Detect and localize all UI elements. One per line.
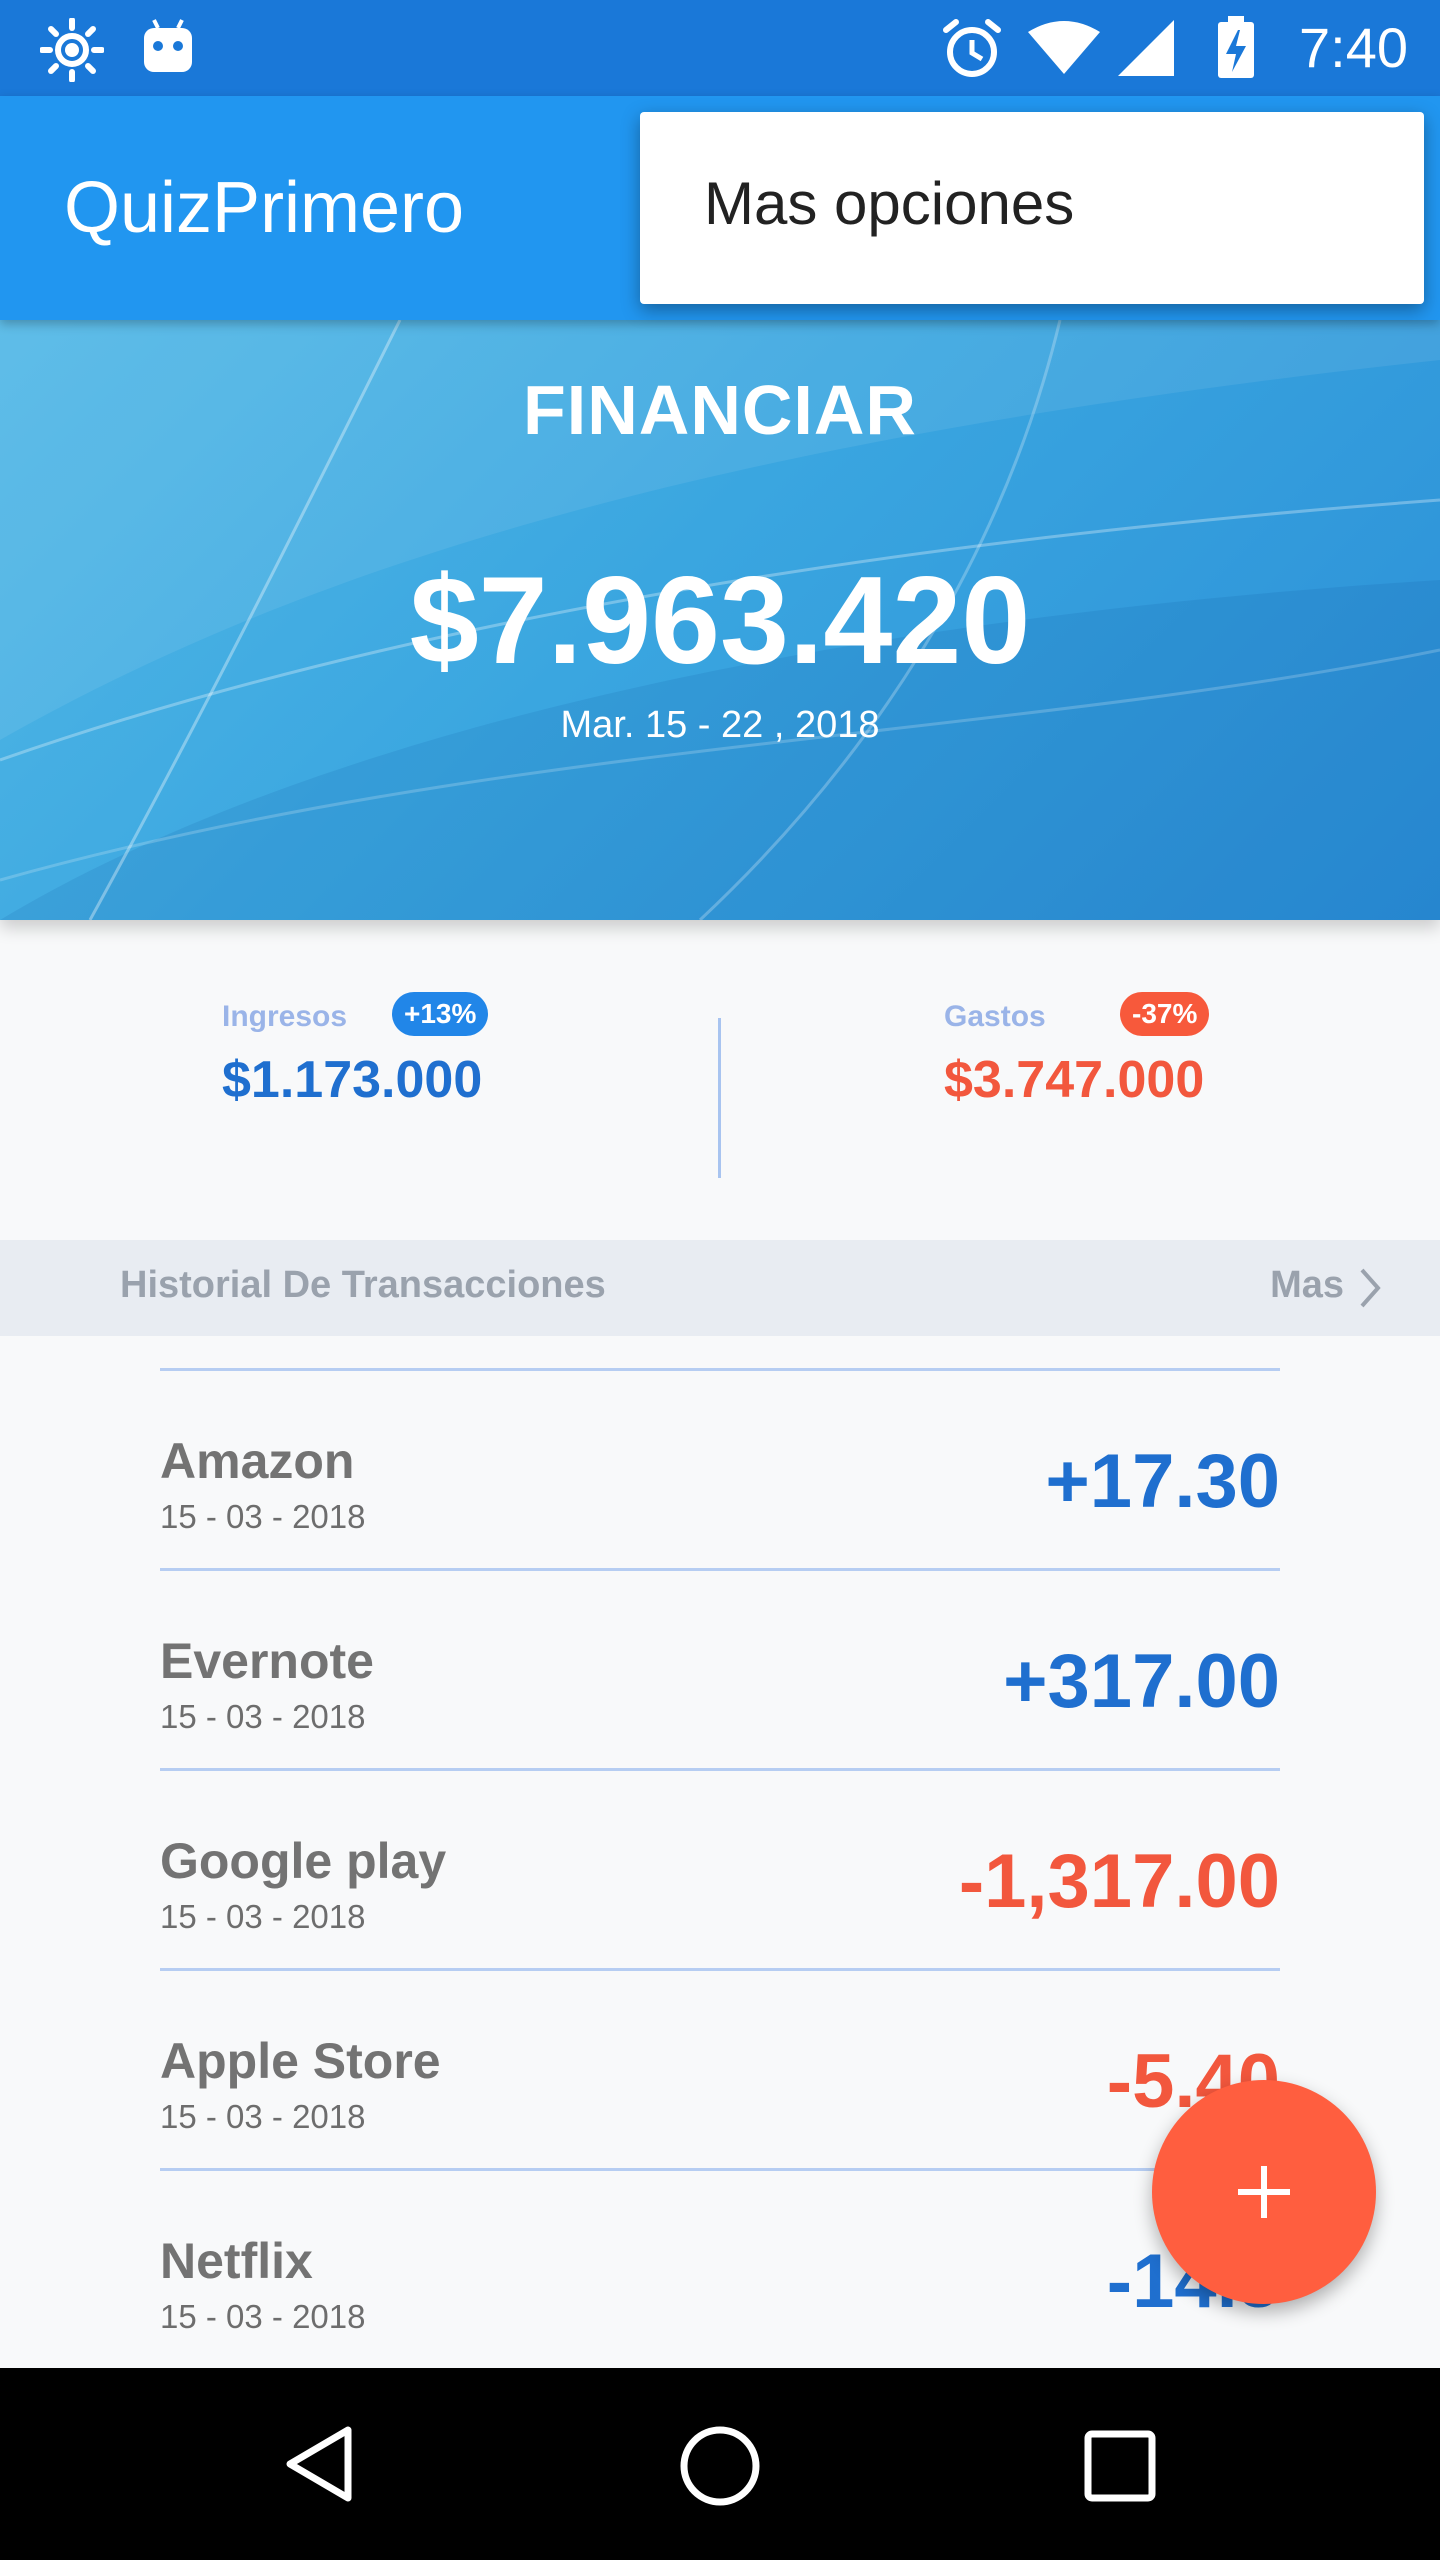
- transaction-amount: +17.30: [1045, 1439, 1280, 1524]
- status-bar: 7:40: [0, 0, 1440, 96]
- transaction-row[interactable]: Amazon 15 - 03 - 2018 +17.30: [0, 1370, 1440, 1570]
- date-range: Mar. 15 - 22 , 2018: [560, 704, 880, 746]
- balance-amount: $7.963.420: [409, 552, 1031, 690]
- expenses-label: Gastos: [944, 1000, 1046, 1033]
- transaction-amount: -1,317.00: [958, 1839, 1280, 1924]
- summary-divider: [718, 1018, 721, 1178]
- recents-icon[interactable]: [1082, 2428, 1158, 2509]
- transaction-date: 15 - 03 - 2018: [160, 1898, 366, 1935]
- transaction-name: Amazon: [160, 1433, 355, 1489]
- balance-banner: FINANCIAR $7.963.420 Mar. 15 - 22 , 2018: [0, 320, 1440, 920]
- battery-charging-icon: [1216, 16, 1256, 85]
- back-icon[interactable]: [280, 2424, 360, 2509]
- transaction-date: 15 - 03 - 2018: [160, 2298, 366, 2335]
- transaction-date: 15 - 03 - 2018: [160, 2098, 366, 2135]
- signal-icon: [1112, 18, 1176, 83]
- history-header: Historial De Transacciones Mas: [0, 1240, 1440, 1336]
- transaction-name: Evernote: [160, 1633, 374, 1689]
- transaction-date: 15 - 03 - 2018: [160, 1498, 366, 1535]
- transaction-row[interactable]: Google play 15 - 03 - 2018 -1,317.00: [0, 1770, 1440, 1970]
- banner-title: FINANCIAR: [523, 371, 917, 449]
- transaction-amount: +317.00: [1003, 1639, 1280, 1724]
- transaction-date: 15 - 03 - 2018: [160, 1698, 366, 1735]
- expenses-value: $3.747.000: [944, 1051, 1205, 1109]
- income-value: $1.173.000: [222, 1051, 483, 1109]
- expenses-badge: -37%: [1120, 992, 1210, 1036]
- transaction-name: Google play: [160, 1833, 447, 1889]
- alarm-icon: [940, 16, 1004, 85]
- overflow-menu: Mas opciones: [640, 112, 1424, 304]
- transaction-row[interactable]: Evernote 15 - 03 - 2018 +317.00: [0, 1570, 1440, 1770]
- android-icon: [140, 18, 196, 83]
- wifi-icon: [1026, 20, 1102, 81]
- home-icon[interactable]: [678, 2424, 762, 2513]
- history-title: Historial De Transacciones: [120, 1264, 606, 1306]
- transaction-name: Apple Store: [160, 2033, 441, 2089]
- brightness-icon: [39, 17, 105, 87]
- income-label: Ingresos: [222, 1000, 348, 1033]
- plus-icon: [1234, 2162, 1294, 2227]
- chevron-right-icon[interactable]: [1356, 1266, 1384, 1315]
- history-more-link[interactable]: Mas: [1270, 1264, 1344, 1307]
- income-badge: +13%: [392, 992, 489, 1036]
- status-time: 7:40: [1299, 16, 1408, 79]
- add-transaction-button[interactable]: [1152, 2080, 1376, 2304]
- menu-item-mas-opciones[interactable]: Mas opciones: [704, 168, 1074, 240]
- system-nav-bar: [0, 2368, 1440, 2560]
- app-title: QuizPrimero: [64, 168, 465, 248]
- transaction-name: Netflix: [160, 2233, 313, 2289]
